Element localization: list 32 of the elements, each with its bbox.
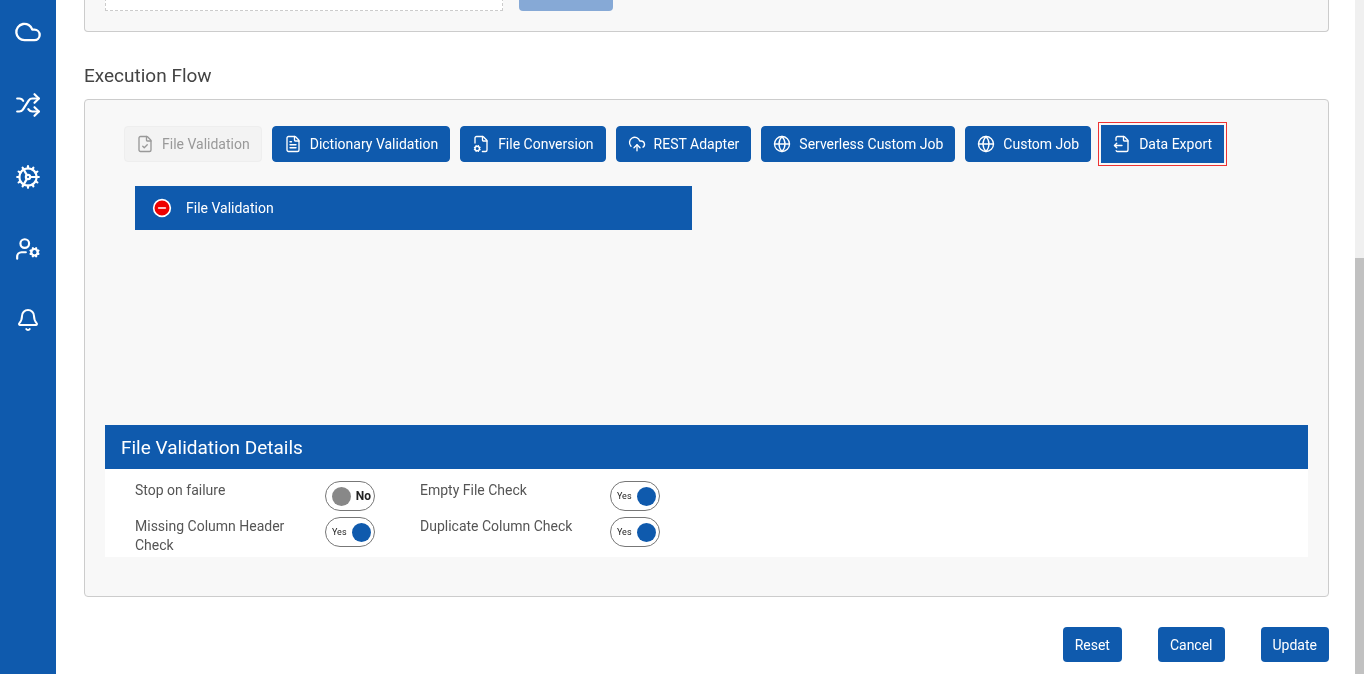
file-check-icon — [136, 135, 154, 153]
option-label: Duplicate Column Check — [420, 517, 574, 536]
shuffle-icon[interactable] — [15, 92, 41, 118]
scrollbar-thumb[interactable] — [1355, 258, 1364, 674]
job-button[interactable]: Data Export — [1098, 122, 1228, 166]
cloud-icon — [627, 135, 646, 153]
action-button[interactable]: Reset — [1062, 627, 1122, 662]
settings-icon[interactable] — [15, 164, 41, 190]
action-button[interactable]: Update — [1260, 627, 1329, 662]
section-title: Execution Flow — [84, 64, 213, 87]
job-button[interactable]: Custom Job — [965, 126, 1092, 162]
file-export-icon — [1113, 135, 1132, 153]
action-button[interactable]: Cancel — [1157, 627, 1225, 662]
job-button[interactable]: Dictionary Validation — [271, 126, 451, 162]
details-title: File Validation Details — [105, 425, 1308, 469]
option-label: Empty File Check — [420, 481, 528, 500]
toggle-switch[interactable]: Yes — [610, 481, 660, 511]
file-gear-icon — [472, 135, 491, 153]
toggle-switch[interactable]: Yes — [325, 517, 375, 547]
globe-icon — [773, 135, 792, 153]
bell-icon[interactable] — [16, 308, 40, 332]
option-label: Stop on failure — [135, 481, 227, 500]
job-button[interactable]: REST Adapter — [615, 126, 752, 162]
globe-icon — [977, 135, 996, 153]
option-label: Missing Column Header Check — [135, 517, 286, 555]
remove-icon[interactable] — [152, 198, 172, 218]
job-button[interactable]: Serverless Custom Job — [761, 126, 956, 162]
toggle-switch[interactable]: Yes — [610, 517, 660, 547]
file-list-icon — [283, 135, 302, 153]
toggle-switch[interactable]: No — [325, 481, 375, 511]
job-button[interactable]: File Conversion — [460, 126, 606, 162]
flow-item[interactable]: File Validation — [135, 186, 692, 230]
